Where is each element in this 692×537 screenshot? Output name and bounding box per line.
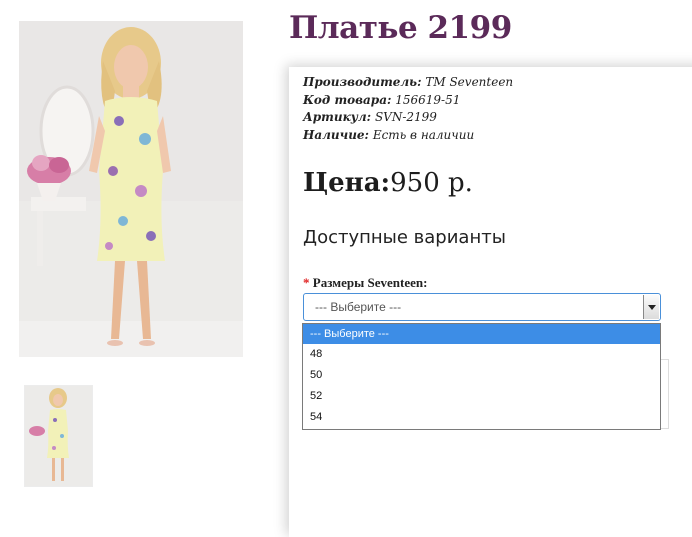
price: Цена:950 р. — [303, 168, 473, 198]
manufacturer-row: Производитель: TM Seventeen — [303, 74, 513, 92]
size-select-value: --- Выберите --- — [315, 300, 402, 314]
manufacturer-value[interactable]: TM Seventeen — [425, 75, 513, 89]
required-mark: * — [303, 275, 310, 290]
manufacturer-label: Производитель: — [303, 75, 422, 89]
size-option-placeholder[interactable]: --- Выберите --- — [303, 324, 660, 344]
availability-row: Наличие: Есть в наличии — [303, 127, 513, 145]
product-code-value: 156619-51 — [395, 92, 461, 107]
availability-value: Есть в наличии — [372, 127, 475, 142]
thumbnail-illustration — [25, 386, 92, 486]
size-option-54[interactable]: 54 — [303, 407, 660, 428]
product-specs: Производитель: TM Seventeen Код товара: … — [303, 74, 513, 144]
size-select[interactable]: --- Выберите --- — [303, 293, 661, 321]
product-main-image[interactable] — [19, 21, 243, 357]
availability-label: Наличие: — [303, 127, 369, 142]
chevron-down-icon[interactable] — [643, 295, 659, 319]
size-option-52[interactable]: 52 — [303, 386, 660, 407]
article-label: Артикул: — [303, 110, 372, 124]
article-value: SVN-2199 — [374, 110, 437, 124]
product-thumbnail[interactable] — [24, 385, 93, 487]
available-options-heading: Доступные варианты — [303, 227, 506, 248]
product-code-row: Код товара: 156619-51 — [303, 92, 513, 110]
product-info-panel: Производитель: TM Seventeen Код товара: … — [289, 67, 692, 537]
price-label: Цена: — [303, 168, 391, 198]
size-dropdown-list: --- Выберите --- 48 50 52 54 — [302, 323, 661, 430]
size-option-50[interactable]: 50 — [303, 365, 660, 386]
size-label-text: Размеры Seventeen: — [312, 275, 428, 290]
price-value: 950 р. — [390, 168, 473, 198]
page-title: Платье 2199 — [289, 10, 512, 46]
size-option-48[interactable]: 48 — [303, 344, 660, 365]
article-row: Артикул: SVN-2199 — [303, 109, 513, 127]
size-field-label: * Размеры Seventeen: — [303, 275, 427, 291]
product-code-label: Код товара: — [303, 92, 392, 107]
dress-photo-illustration — [19, 21, 243, 357]
